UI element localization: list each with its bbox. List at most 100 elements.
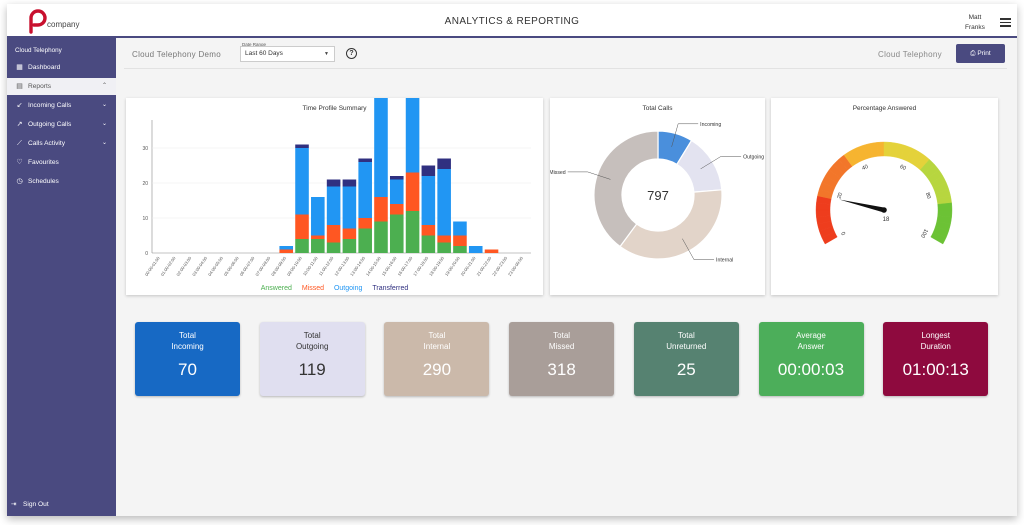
sidebar-item-incoming-calls[interactable]: ↙ Incoming Calls ⌄ (7, 97, 116, 114)
trend-icon: ⟋ (17, 140, 22, 147)
gauge-needle (839, 199, 885, 213)
bar-segment-transferred[interactable] (358, 158, 372, 163)
bar-segment-missed[interactable] (421, 225, 436, 236)
bar-segment-answered[interactable] (295, 239, 309, 253)
date-range-value: Last 60 Days (245, 50, 283, 57)
bar-segment-outgoing[interactable] (389, 179, 404, 205)
bar-segment-missed[interactable] (484, 249, 499, 254)
gauge-band (815, 209, 831, 218)
bar-segment-outgoing[interactable] (295, 148, 309, 215)
bar-segment-transferred[interactable] (326, 179, 341, 187)
stat-value: 290 (422, 360, 452, 379)
bar-segment-outgoing[interactable] (358, 162, 372, 218)
stat-tile-unreturned[interactable]: Total Unreturned 25 (633, 322, 739, 396)
legend-transferred[interactable]: Transferred (372, 285, 408, 292)
time-profile-chart-card: Time Profile Summary 0 10 20 30 00:00-01:00 0… (126, 98, 543, 295)
stat-label-line1: Total (428, 331, 446, 340)
stat-label-line2: Missed (548, 341, 575, 351)
stat-tile-internal[interactable]: Total Internal 290 (384, 322, 490, 396)
bar-segment-outgoing[interactable] (326, 186, 341, 226)
bar-segment-answered[interactable] (358, 228, 372, 254)
bar-segment-missed[interactable] (295, 214, 309, 240)
bar-segment-answered[interactable] (389, 214, 404, 254)
bar-segment-answered[interactable] (311, 239, 325, 253)
bar-segment-missed[interactable] (342, 228, 357, 240)
incoming-arrow-icon: ↙ (16, 102, 23, 109)
bar-segment-missed[interactable] (279, 249, 294, 254)
bar-segment-outgoing[interactable] (279, 246, 294, 250)
y-tick-label: 0 (145, 251, 148, 257)
bar-segment-transferred[interactable] (437, 158, 451, 170)
bar-segment-answered[interactable] (453, 246, 467, 253)
bar-segment-missed[interactable] (405, 172, 420, 212)
printer-icon: ⎙ (970, 50, 976, 57)
bar-segment-outgoing[interactable] (374, 98, 388, 197)
bar-segment-answered[interactable] (421, 235, 436, 254)
bar-segment-answered[interactable] (374, 221, 388, 254)
user-first-name: Matt (968, 14, 982, 21)
sidebar-item-reports[interactable]: ▤ Reports ⌃ (7, 78, 116, 95)
sign-out-button[interactable]: ⇥ Sign Out (7, 496, 116, 513)
bar-segment-outgoing[interactable] (311, 197, 325, 236)
bar-segment-answered[interactable] (437, 242, 451, 254)
bar-segment-transferred[interactable] (295, 144, 309, 149)
dashboard-icon: ▦ (16, 64, 23, 71)
legend-answered[interactable]: Answered (261, 285, 292, 292)
gauge-band (876, 141, 885, 157)
x-tick-label: 18:00-19:00 (428, 255, 445, 277)
print-button[interactable]: ⎙ Print (956, 44, 1005, 63)
stat-tile-answer[interactable]: Average Answer 00:00:03 (758, 322, 864, 396)
date-range-select[interactable]: Last 60 Days ▼ (240, 46, 335, 62)
stat-label: Total Internal (384, 331, 489, 352)
clock-icon: ◷ (16, 178, 23, 185)
bar-segment-outgoing[interactable] (453, 221, 467, 236)
x-tick-label: 04:00-05:00 (207, 255, 224, 277)
stat-value: 119 (298, 360, 326, 379)
stat-tile-incoming[interactable]: Total Incoming 70 (135, 322, 240, 396)
x-tick-label: 11:00-12:00 (318, 255, 335, 276)
x-tick-label: 05:00-06:00 (223, 255, 240, 277)
sidebar-item-outgoing-calls[interactable]: ↗ Outgoing Calls ⌄ (7, 116, 116, 133)
stat-label-line2: Duration (920, 341, 951, 351)
sidebar-item-label: Outgoing Calls (28, 121, 72, 128)
user-name[interactable]: Matt Franks (965, 13, 985, 33)
bar-segment-missed[interactable] (453, 235, 467, 247)
stat-label-line2: Incoming (171, 341, 204, 351)
bar-segment-outgoing[interactable] (468, 246, 483, 253)
sidebar-item-dashboard[interactable]: ▦ Dashboard (7, 59, 116, 76)
stat-value: 70 (178, 360, 197, 379)
bar-segment-missed[interactable] (311, 235, 325, 240)
legend-missed[interactable]: Missed (302, 285, 324, 292)
stat-tile-duration[interactable]: Longest Duration 01:00:13 (883, 322, 989, 396)
dropdown-arrow-icon: ▼ (324, 51, 329, 57)
bar-segment-outgoing[interactable] (437, 169, 451, 236)
bar-segment-outgoing[interactable] (405, 98, 420, 173)
top-bar: company ANALYTICS & REPORTING Matt Frank… (7, 4, 1017, 38)
bar-segment-answered[interactable] (405, 211, 420, 253)
hamburger-menu-icon[interactable] (1000, 18, 1011, 27)
x-tick-label: 13:00-14:00 (349, 255, 366, 277)
bar-segment-transferred[interactable] (421, 165, 436, 177)
user-last-name: Franks (965, 24, 985, 31)
bar-segment-outgoing[interactable] (421, 176, 436, 225)
bar-segment-missed[interactable] (437, 235, 451, 243)
bar-segment-transferred[interactable] (389, 176, 404, 180)
x-tick-label: 01:00-02:00 (160, 255, 177, 277)
stat-tile-outgoing[interactable]: Total Outgoing 119 (259, 322, 365, 396)
bar-segment-missed[interactable] (358, 218, 372, 229)
gauge-tick-label: 60 (899, 164, 907, 172)
bar-segment-answered[interactable] (326, 242, 341, 254)
sidebar-item-favourites[interactable]: ♡ Favourites (7, 154, 116, 171)
help-icon[interactable]: ? (346, 48, 357, 59)
bar-segment-missed[interactable] (389, 204, 404, 215)
bar-segment-outgoing[interactable] (342, 186, 357, 229)
bar-segment-missed[interactable] (326, 225, 341, 243)
sidebar-item-label: Favourites (28, 159, 59, 166)
legend-outgoing[interactable]: Outgoing (334, 285, 362, 292)
bar-segment-missed[interactable] (374, 197, 388, 222)
stat-tile-missed[interactable]: Total Missed 318 (509, 322, 615, 396)
sidebar-item-calls-activity[interactable]: ⟋ Calls Activity ⌄ (7, 135, 116, 152)
bar-segment-transferred[interactable] (342, 179, 357, 187)
sidebar-item-schedules[interactable]: ◷ Schedules (7, 173, 116, 190)
bar-segment-answered[interactable] (342, 239, 357, 253)
